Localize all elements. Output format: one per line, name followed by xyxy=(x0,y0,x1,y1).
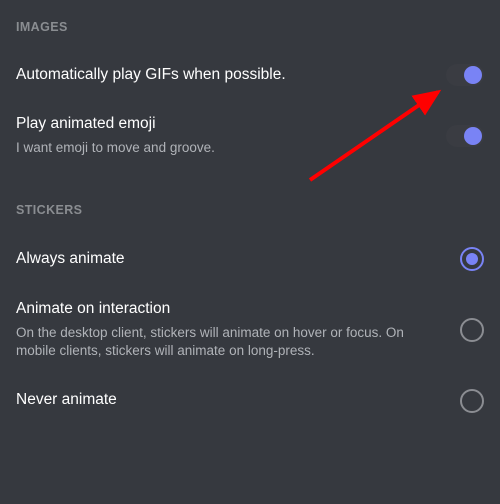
setting-text: Automatically play GIFs when possible. xyxy=(16,65,430,86)
setting-title: Play animated emoji xyxy=(16,114,430,135)
toggle-animated-emoji[interactable] xyxy=(446,125,484,147)
setting-title: Always animate xyxy=(16,249,444,270)
setting-text: Never animate xyxy=(16,390,444,411)
section-header-images: IMAGES xyxy=(16,20,484,34)
toggle-knob xyxy=(464,66,482,84)
radio-animate-interaction[interactable] xyxy=(460,318,484,342)
setting-control xyxy=(460,389,484,413)
setting-text: Animate on interaction On the desktop cl… xyxy=(16,299,444,360)
setting-text: Always animate xyxy=(16,249,444,270)
radio-always-animate[interactable] xyxy=(460,247,484,271)
setting-subtitle: I want emoji to move and groove. xyxy=(16,139,430,157)
setting-control xyxy=(460,247,484,271)
toggle-knob xyxy=(464,127,482,145)
setting-control xyxy=(460,318,484,342)
radio-never-animate[interactable] xyxy=(460,389,484,413)
settings-panel: IMAGES Automatically play GIFs when poss… xyxy=(0,0,500,431)
setting-control xyxy=(446,125,484,147)
section-header-stickers: STICKERS xyxy=(16,203,484,217)
setting-row-animate-interaction: Animate on interaction On the desktop cl… xyxy=(16,289,484,378)
setting-control xyxy=(446,64,484,86)
setting-title: Animate on interaction xyxy=(16,299,444,320)
setting-row-auto-gif: Automatically play GIFs when possible. xyxy=(16,54,484,104)
setting-row-always-animate: Always animate xyxy=(16,237,484,289)
setting-row-never-animate: Never animate xyxy=(16,379,484,431)
toggle-auto-gif[interactable] xyxy=(446,64,484,86)
setting-title: Never animate xyxy=(16,390,444,411)
setting-row-animated-emoji: Play animated emoji I want emoji to move… xyxy=(16,104,484,175)
section-gap xyxy=(16,175,484,197)
setting-title: Automatically play GIFs when possible. xyxy=(16,65,430,86)
setting-subtitle: On the desktop client, stickers will ani… xyxy=(16,324,444,360)
setting-text: Play animated emoji I want emoji to move… xyxy=(16,114,430,157)
